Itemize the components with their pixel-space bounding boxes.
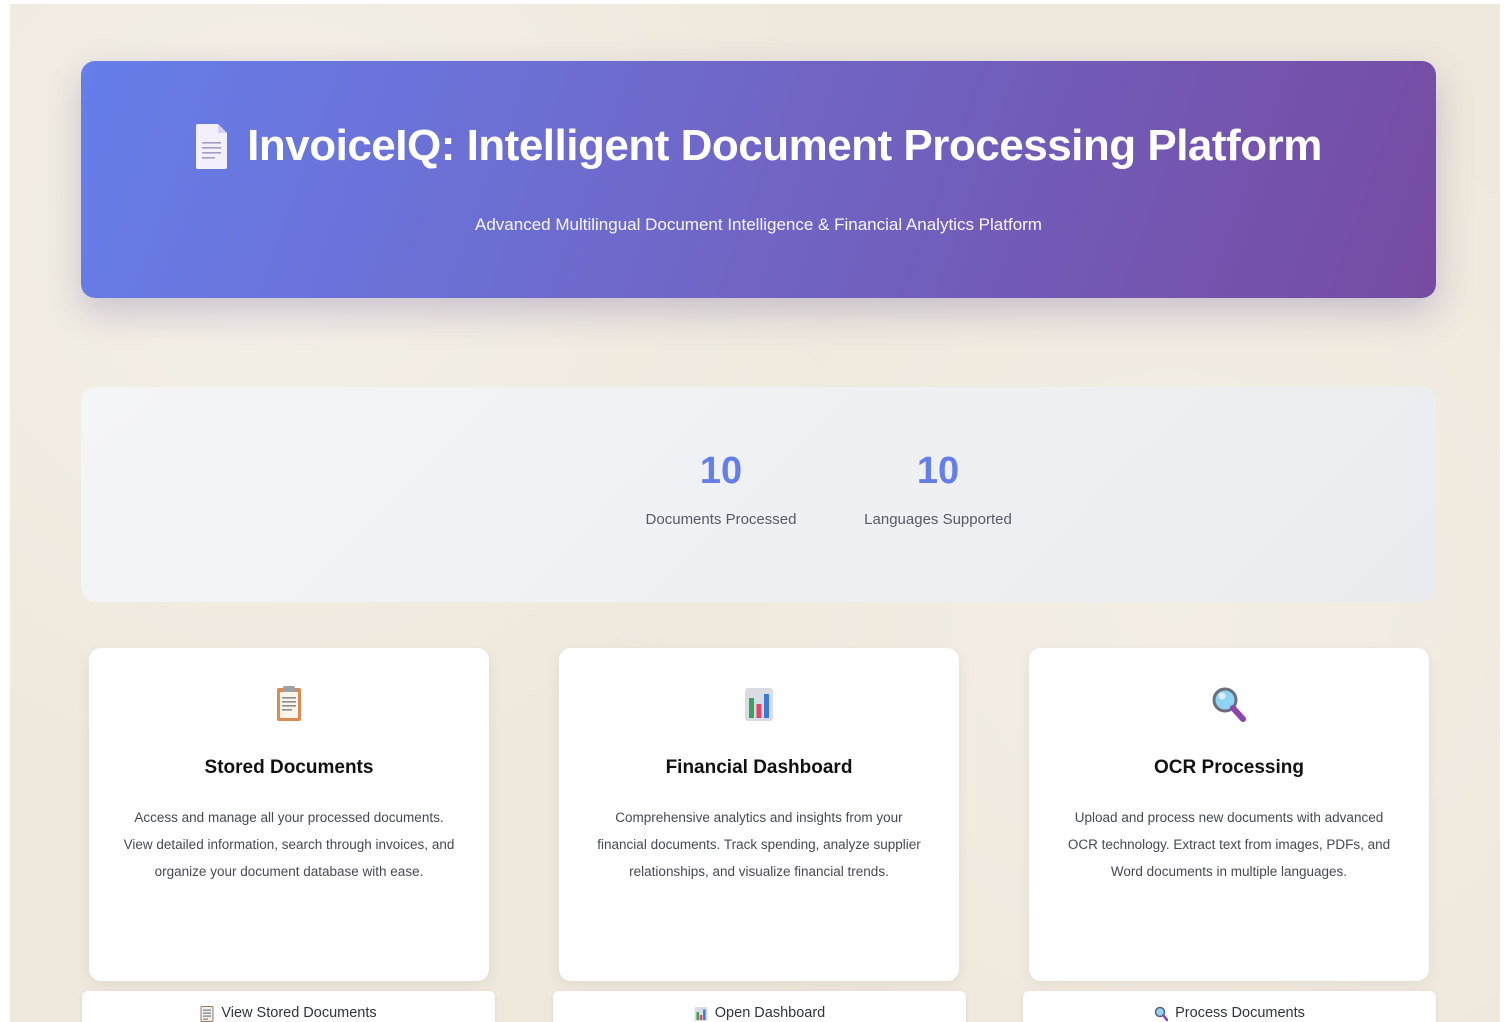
app-page: InvoiceIQ: Intelligent Document Processi… <box>10 4 1500 1022</box>
card-title: OCR Processing <box>1154 757 1304 778</box>
card-stored-documents: Stored Documents Access and manage all y… <box>89 648 489 981</box>
stat-label: Languages Supported <box>864 511 1012 528</box>
document-icon <box>195 122 229 170</box>
magnifying-glass-icon <box>1154 1006 1169 1022</box>
process-documents-button[interactable]: Process Documents <box>1023 991 1436 1022</box>
stat-languages-supported: 10 Languages Supported <box>828 449 1048 528</box>
open-dashboard-button[interactable]: Open Dashboard <box>553 991 966 1022</box>
card-description: Access and manage all your processed doc… <box>123 810 455 879</box>
button-label: Process Documents <box>1175 1005 1305 1021</box>
stat-value: 10 <box>916 450 960 492</box>
header-title-row: InvoiceIQ: Intelligent Document Processi… <box>81 121 1436 171</box>
card-description: Upload and process new documents with ad… <box>1067 810 1391 879</box>
card-title: Stored Documents <box>204 757 374 778</box>
stat-label: Documents Processed <box>645 511 797 528</box>
view-stored-documents-button[interactable]: View Stored Documents <box>82 991 495 1022</box>
page-subtitle: Advanced Multilingual Document Intellige… <box>475 215 1042 234</box>
stats-panel: 10 Documents Processed 10 Languages Supp… <box>81 387 1436 602</box>
stat-value: 10 <box>699 450 743 492</box>
card-ocr-processing: OCR Processing Upload and process new do… <box>1029 648 1429 981</box>
header-banner: InvoiceIQ: Intelligent Document Processi… <box>81 61 1436 298</box>
stat-documents-processed: 10 Documents Processed <box>611 449 831 528</box>
button-label: View Stored Documents <box>221 1005 377 1021</box>
bar-chart-icon <box>739 684 779 724</box>
bar-chart-icon <box>694 1006 708 1022</box>
card-financial-dashboard: Financial Dashboard Comprehensive analyt… <box>559 648 959 981</box>
clipboard-icon <box>269 684 309 724</box>
card-title: Financial Dashboard <box>665 757 853 778</box>
button-label: Open Dashboard <box>714 1005 826 1021</box>
receipt-icon <box>200 1006 214 1022</box>
card-description: Comprehensive analytics and insights fro… <box>597 810 921 879</box>
magnifying-glass-icon <box>1209 684 1249 724</box>
page-title: InvoiceIQ: Intelligent Document Processi… <box>247 121 1322 170</box>
